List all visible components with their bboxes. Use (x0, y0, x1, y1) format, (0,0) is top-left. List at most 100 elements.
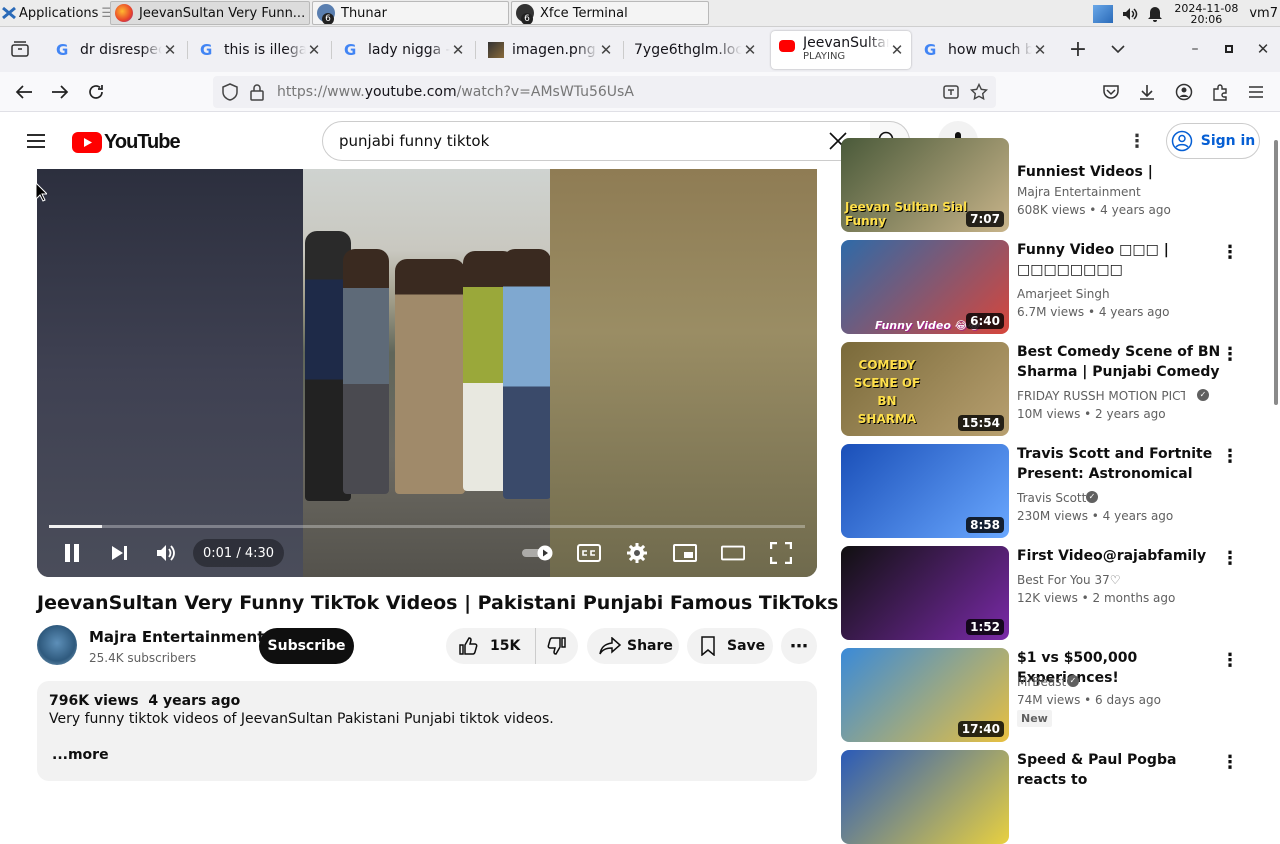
tab-close-icon[interactable]: ✕ (1032, 41, 1048, 59)
save-button[interactable]: Save (687, 628, 773, 664)
rec-channel[interactable]: Amarjeet Singh (1017, 287, 1197, 301)
forward-arrow-icon[interactable] (48, 80, 72, 104)
new-tab-button[interactable]: + (1066, 37, 1090, 62)
channel-name[interactable]: Majra Entertainment (89, 628, 264, 646)
guide-menu-icon[interactable] (24, 129, 48, 153)
rec-channel[interactable]: Majra Entertainment (1017, 185, 1197, 199)
tab-0[interactable]: G dr disrespect ✕ (46, 31, 184, 69)
tab-4[interactable]: 7yge6thglm.loc ✕ (626, 31, 764, 69)
rec-thumbnail[interactable]: Jeevan Sultan Sial Funny 7:07 (841, 138, 1009, 232)
tab-3[interactable]: imagen.png ✕ (478, 31, 620, 69)
rec-title: First Video@rajabfamily (1017, 548, 1207, 564)
taskbar-window-thunar-title: Thunar (341, 5, 387, 21)
save-label: Save (727, 638, 766, 654)
bookmark-star-icon[interactable] (970, 83, 988, 101)
fullscreen-button[interactable] (769, 541, 793, 565)
tab-2[interactable]: G lady nigga - ✕ (334, 31, 472, 69)
taskbar-window-firefox[interactable]: JeevanSultan Very Funn... (110, 1, 310, 25)
rec-channel[interactable]: Best For You 37♡ (1017, 573, 1197, 587)
rec-more-icon[interactable]: ⋮ (1221, 344, 1239, 366)
tab-close-icon[interactable]: ✕ (450, 41, 466, 59)
tab-close-icon[interactable]: ✕ (306, 41, 322, 59)
list-tabs-chevron-icon[interactable] (1106, 37, 1130, 61)
rec-item-2[interactable]: COMEDY SCENE OF BN SHARMA 15:54 Best Com… (841, 342, 1241, 436)
rec-item-5[interactable]: 17:40 $1 vs $500,000 Experiences! MrBeas… (841, 648, 1241, 742)
show-more-link[interactable]: ...more (52, 747, 805, 763)
rec-more-icon[interactable]: ⋮ (1221, 752, 1239, 774)
lock-icon[interactable] (249, 83, 265, 101)
progress-bar[interactable] (49, 525, 805, 528)
pause-button[interactable] (61, 541, 83, 565)
subscribe-button[interactable]: Subscribe (259, 628, 354, 664)
tab-overview-icon[interactable] (8, 37, 32, 61)
rec-item-0[interactable]: Jeevan Sultan Sial Funny 7:07 Funniest V… (841, 138, 1241, 232)
rec-channel[interactable]: FRIDAY RUSSH MOTION PICTU... (1017, 389, 1185, 403)
rec-item-6[interactable]: Speed & Paul Pogba reacts to ⋮ (841, 750, 1241, 844)
tab-close-icon[interactable]: ✕ (162, 41, 178, 59)
user-label[interactable]: vm7 (1249, 6, 1278, 21)
rec-thumbnail[interactable]: 8:58 (841, 444, 1009, 538)
like-button[interactable]: 15K (446, 628, 536, 664)
share-button[interactable]: Share (587, 628, 679, 664)
minimize-window-icon[interactable]: – (1183, 37, 1207, 61)
notification-bell-icon[interactable] (1147, 5, 1163, 23)
tab-1[interactable]: G this is illegal ✕ (190, 31, 328, 69)
pocket-icon[interactable] (1099, 80, 1123, 104)
rec-item-4[interactable]: 1:52 First Video@rajabfamily Best For Yo… (841, 546, 1241, 640)
rec-thumbnail[interactable] (841, 750, 1009, 844)
dislike-button[interactable] (536, 628, 578, 664)
maximize-window-icon[interactable] (1217, 37, 1241, 61)
miniplayer-button[interactable] (673, 541, 697, 565)
downloads-icon[interactable] (1135, 80, 1159, 104)
rec-item-1[interactable]: Funny Video 😂😂 6:40 Funny Video □□□ | □□… (841, 240, 1241, 334)
rec-thumbnail[interactable]: COMEDY SCENE OF BN SHARMA 15:54 (841, 342, 1009, 436)
clock[interactable]: 2024-11-08 20:06 (1171, 3, 1241, 25)
subtitles-button[interactable] (577, 541, 601, 565)
applications-menu[interactable]: Applications ☰ (2, 3, 113, 23)
search-input[interactable]: punjabi funny tiktok (322, 121, 871, 161)
mute-button[interactable] (154, 541, 178, 565)
tracking-shield-icon[interactable] (221, 83, 239, 101)
autoplay-toggle[interactable] (521, 541, 555, 565)
reload-icon[interactable] (84, 80, 108, 104)
rec-more-icon[interactable]: ⋮ (1221, 650, 1239, 672)
tab-title: 7yge6thglm.loc (634, 42, 742, 58)
video-title: JeevanSultan Very Funny TikTok Videos | … (37, 592, 839, 614)
rec-channel[interactable]: MrBeast (1017, 675, 1066, 689)
more-actions-button[interactable]: ⋯ (781, 628, 817, 664)
url-bar[interactable]: https://www.youtube.com/watch?v=AMsWTu56… (213, 76, 996, 108)
page-scrollbar[interactable] (1274, 140, 1278, 405)
settings-button[interactable] (625, 541, 649, 565)
tab-6[interactable]: G how much b ✕ (914, 31, 1054, 69)
translate-page-icon[interactable] (942, 83, 960, 101)
rec-more-icon[interactable]: ⋮ (1221, 548, 1239, 570)
account-icon[interactable] (1172, 80, 1196, 104)
rec-thumbnail[interactable]: 1:52 (841, 546, 1009, 640)
rec-more-icon[interactable]: ⋮ (1221, 242, 1239, 264)
channel-avatar[interactable] (37, 625, 77, 665)
taskbar-window-terminal[interactable]: 6 Xfce Terminal (511, 1, 709, 25)
theater-mode-button[interactable] (721, 541, 745, 565)
description-box[interactable]: 796K views 4 years ago Very funny tiktok… (37, 681, 817, 781)
next-button[interactable] (107, 541, 131, 565)
taskbar-window-thunar[interactable]: 6 Thunar (312, 1, 509, 25)
tab-close-icon[interactable]: ✕ (742, 41, 758, 59)
rec-thumbnail[interactable]: 17:40 (841, 648, 1009, 742)
rec-item-3[interactable]: 8:58 Travis Scott and Fortnite Present: … (841, 444, 1241, 538)
volume-icon[interactable] (1121, 5, 1139, 23)
hamburger-menu-icon[interactable] (1244, 80, 1268, 104)
browser-nav-bar: https://www.youtube.com/watch?v=AMsWTu56… (0, 72, 1280, 112)
rec-thumbnail[interactable]: Funny Video 😂😂 6:40 (841, 240, 1009, 334)
extensions-puzzle-icon[interactable] (1208, 80, 1232, 104)
back-arrow-icon[interactable] (12, 80, 36, 104)
video-player[interactable]: 0:01 / 4:30 (37, 169, 817, 577)
tab-5-active[interactable]: JeevanSultan PLAYING ✕ (771, 31, 911, 69)
youtube-logo[interactable]: YouTube (72, 131, 181, 154)
close-window-icon[interactable]: ✕ (1251, 37, 1275, 61)
rec-more-icon[interactable]: ⋮ (1221, 446, 1239, 468)
tab-close-icon[interactable]: ✕ (889, 41, 905, 59)
tab-close-icon[interactable]: ✕ (598, 41, 614, 59)
rec-channel[interactable]: Travis Scott (1017, 491, 1086, 505)
network-icon[interactable] (1093, 4, 1114, 23)
upload-age: 4 years ago (148, 693, 241, 709)
